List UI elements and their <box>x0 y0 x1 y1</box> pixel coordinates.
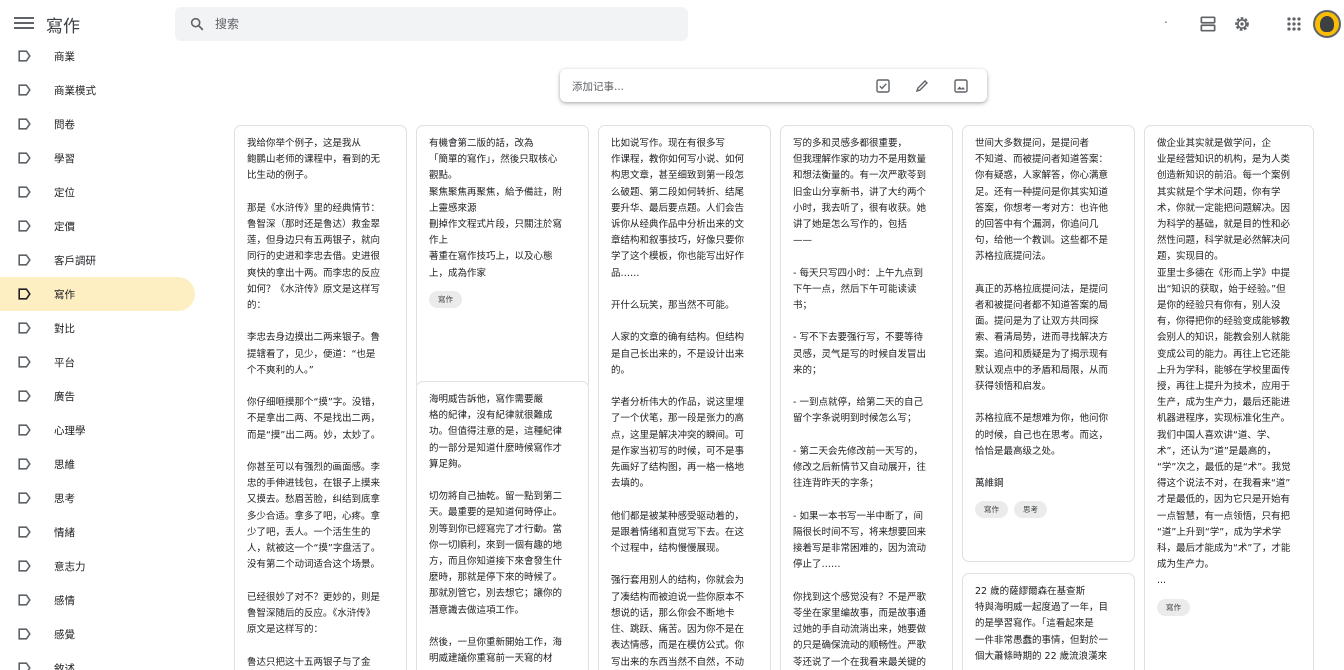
new-checklist-icon[interactable] <box>875 78 891 94</box>
sidebar-item-label: 敘述 <box>54 663 75 670</box>
label-outline-icon <box>18 356 31 368</box>
note-card[interactable]: 写的多和灵感多都很重要， 但我理解作家的功力不是用数量 和想法衡量的。有一次严歌… <box>780 125 953 670</box>
sidebar-item-label: 商業模式 <box>54 85 96 97</box>
note-text: 我给你举个例子，这是我从 鲍鹏山老师的课程中，看到的无 比生动的例子。 那是《水… <box>247 138 381 668</box>
sidebar-item-label: 感覺 <box>54 629 75 641</box>
sidebar-item-label-1[interactable]: 商業模式 <box>0 73 195 107</box>
sidebar-item-label: 思維 <box>54 459 75 471</box>
search-input[interactable] <box>215 14 655 34</box>
label-outline-icon <box>18 152 31 164</box>
search-icon[interactable] <box>189 16 205 32</box>
sidebar: 商業 商業模式 問卷 學習 定位 定價 客戶調研 寫作 對比 平台 廣告 心理學… <box>0 48 200 670</box>
sidebar-item-label: 廣告 <box>54 391 75 403</box>
note-card[interactable]: 世间大多数提问，是提问者 不知道、而被提问者知道答案： 你有疑惑，人家解答，你心… <box>962 125 1135 562</box>
status-dot: . <box>1164 12 1168 26</box>
apps-grid-icon[interactable] <box>1284 14 1304 34</box>
note-card[interactable]: 我给你举个例子，这是我从 鲍鹏山老师的课程中，看到的无 比生动的例子。 那是《水… <box>234 125 407 670</box>
new-image-icon[interactable] <box>953 78 969 94</box>
list-view-icon[interactable] <box>1198 14 1218 34</box>
sidebar-item-label: 平台 <box>54 357 75 369</box>
sidebar-item-label: 定價 <box>54 221 75 233</box>
sidebar-item-label: 學習 <box>54 153 75 165</box>
label-outline-icon <box>18 594 31 606</box>
label-outline-icon <box>18 84 31 96</box>
note-text: 世间大多数提问，是提问者 不知道、而被提问者知道答案： 你有疑惑，人家解答，你心… <box>975 138 1109 490</box>
sidebar-item-label: 問卷 <box>54 119 75 131</box>
note-card[interactable]: 22 歲的薩繆爾森在基查斯 特與海明威一起度過了一年，目 的是學習寫作。「這看起… <box>962 573 1135 670</box>
note-text: 22 歲的薩繆爾森在基查斯 特與海明威一起度過了一年，目 的是學習寫作。「這看起… <box>975 586 1109 662</box>
label-outline-icon <box>18 50 31 62</box>
label-outline-icon <box>18 220 31 232</box>
label-outline-icon <box>18 662 31 670</box>
sidebar-item-label: 定位 <box>54 187 75 199</box>
label-outline-icon <box>18 492 31 504</box>
note-label-chip[interactable]: 寫作 <box>975 501 1008 519</box>
sidebar-item-label-12[interactable]: 思維 <box>0 447 195 481</box>
note-label-chip[interactable]: 思考 <box>1014 501 1047 519</box>
search-bar[interactable] <box>175 7 688 41</box>
label-outline-icon <box>18 288 31 300</box>
note-text: 海明威告訴他，寫作需要嚴 格的紀律，沒有紀律就很難成 功。但值得注意的是，這種紀… <box>429 394 563 665</box>
label-outline-icon <box>18 186 31 198</box>
sidebar-item-label-7-active[interactable]: 寫作 <box>0 277 195 311</box>
sidebar-item-label-13[interactable]: 思考 <box>0 481 195 515</box>
take-note-placeholder: 添加记事... <box>572 81 625 93</box>
sidebar-item-label-4[interactable]: 定位 <box>0 175 195 209</box>
sidebar-item-label: 客戶調研 <box>54 255 96 267</box>
label-outline-icon <box>18 322 31 334</box>
note-card[interactable]: 做企业其实就是做学问，企 业是经营知识的机构，是为人类 创造新知识的前沿。每一个… <box>1144 125 1314 670</box>
sidebar-item-label: 情緒 <box>54 527 75 539</box>
note-text: 比如说写作。现在有很多写 作课程，教你如何写小说、如何 构思文章，甚至细致到第一… <box>611 138 745 668</box>
app-title: 寫作 <box>46 17 80 37</box>
label-outline-icon <box>18 424 31 436</box>
sidebar-item-label-6[interactable]: 客戶調研 <box>0 243 195 277</box>
sidebar-item-label-17[interactable]: 感覺 <box>0 617 195 651</box>
top-bar: 寫作 . <box>0 0 1344 48</box>
take-note-bar[interactable]: 添加记事... <box>560 69 987 102</box>
notes-area: 添加记事... 我给你举个例子，这是我从 鲍鹏山老师的课程中，看到的无 比生动的… <box>200 48 1344 670</box>
sidebar-item-label-14[interactable]: 情緒 <box>0 515 195 549</box>
sidebar-item-label-9[interactable]: 平台 <box>0 345 195 379</box>
main-menu-icon[interactable] <box>14 14 34 32</box>
sidebar-item-label-10[interactable]: 廣告 <box>0 379 195 413</box>
label-outline-icon <box>18 628 31 640</box>
new-drawing-icon[interactable] <box>914 78 930 94</box>
sidebar-item-label-3[interactable]: 學習 <box>0 141 195 175</box>
sidebar-item-label: 商業 <box>54 51 75 63</box>
note-card[interactable]: 海明威告訴他，寫作需要嚴 格的紀律，沒有紀律就很難成 功。但值得注意的是，這種紀… <box>416 381 589 670</box>
settings-gear-icon[interactable] <box>1232 14 1252 34</box>
sidebar-item-label: 對比 <box>54 323 75 335</box>
label-outline-icon <box>18 458 31 470</box>
note-text: 有機會第二版的話，改為 「簡單的寫作」，然後只取核心 觀點。 聚焦聚焦再聚焦，給… <box>429 138 563 279</box>
sidebar-item-label: 思考 <box>54 493 75 505</box>
sidebar-item-label-11[interactable]: 心理學 <box>0 413 195 447</box>
sidebar-item-label: 意志力 <box>54 561 86 573</box>
sidebar-item-label-8[interactable]: 對比 <box>0 311 195 345</box>
sidebar-item-label: 感情 <box>54 595 75 607</box>
note-text: 做企业其实就是做学问，企 业是经营知识的机构，是为人类 创造新知识的前沿。每一个… <box>1157 138 1291 587</box>
label-outline-icon <box>18 254 31 266</box>
sidebar-item-label: 心理學 <box>54 425 86 437</box>
sidebar-item-label-15[interactable]: 意志力 <box>0 549 195 583</box>
label-outline-icon <box>18 118 31 130</box>
sidebar-item-label-16[interactable]: 感情 <box>0 583 195 617</box>
note-label-chip[interactable]: 寫作 <box>1157 598 1190 616</box>
note-card[interactable]: 有機會第二版的話，改為 「簡單的寫作」，然後只取核心 觀點。 聚焦聚焦再聚焦，給… <box>416 125 589 390</box>
note-card[interactable]: 比如说写作。现在有很多写 作课程，教你如何写小说、如何 构思文章，甚至细致到第一… <box>598 125 771 670</box>
label-outline-icon <box>18 390 31 402</box>
account-avatar[interactable] <box>1313 10 1341 38</box>
sidebar-item-label-0[interactable]: 商業 <box>0 48 195 73</box>
sidebar-item-label: 寫作 <box>54 289 75 301</box>
label-outline-icon <box>18 560 31 572</box>
note-text: 写的多和灵感多都很重要， 但我理解作家的功力不是用数量 和想法衡量的。有一次严歌… <box>793 138 927 668</box>
sidebar-item-label-5[interactable]: 定價 <box>0 209 195 243</box>
label-outline-icon <box>18 526 31 538</box>
sidebar-item-label-18[interactable]: 敘述 <box>0 651 195 670</box>
note-label-chip[interactable]: 寫作 <box>429 290 462 308</box>
sidebar-item-label-2[interactable]: 問卷 <box>0 107 195 141</box>
